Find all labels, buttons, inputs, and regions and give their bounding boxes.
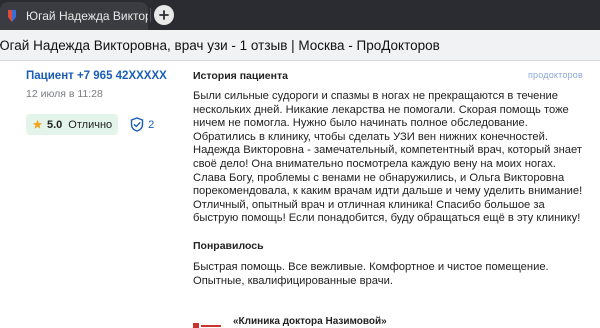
liked-title: Понравилось — [193, 239, 264, 252]
patient-link[interactable]: Пациент +7 965 42XXXXX — [26, 70, 186, 82]
tab-divider — [150, 8, 151, 22]
prodoctorov-logo: продокторов — [527, 70, 583, 80]
verified-count: 2 — [148, 118, 155, 131]
page-title-bar: Югай Надежда Викторовна, врач узи - 1 от… — [0, 30, 600, 61]
shield-check-icon — [130, 117, 144, 132]
plus-icon — [159, 10, 169, 20]
browser-tab-bar: Югай Надежда Викторов — [0, 0, 600, 30]
rating-badge: 5.0 Отлично — [26, 114, 119, 135]
browser-tab[interactable]: Югай Надежда Викторов — [0, 2, 148, 30]
clinic-logo-icon — [193, 319, 221, 328]
reviewer-info: Пациент +7 965 42XXXXX 12 июля в 11:28 5… — [26, 70, 186, 135]
clinic-name[interactable]: «Клиника доктора Назимовой» — [233, 316, 387, 327]
liked-text: Быстрая помощь. Все вежливые. Комфортное… — [193, 260, 549, 287]
tab-title: Югай Надежда Викторов — [26, 9, 148, 23]
star-icon — [32, 119, 43, 129]
history-text: Были сильные судороги и спазмы в ногах н… — [193, 90, 583, 225]
page-title: Югай Надежда Викторовна, врач узи - 1 от… — [0, 37, 440, 53]
rating-label: Отлично — [68, 118, 113, 131]
clinic-row[interactable]: «Клиника доктора Назимовой» — [193, 313, 387, 328]
new-tab-button[interactable] — [154, 5, 174, 25]
rating-value: 5.0 — [47, 118, 63, 131]
review-badges: 5.0 Отлично 2 — [26, 114, 186, 135]
review-date: 12 июля в 11:28 — [26, 88, 103, 100]
review-body: История пациента продокторов Были сильны… — [193, 70, 593, 288]
site-favicon-icon — [6, 9, 18, 23]
verified-badge[interactable]: 2 — [130, 117, 154, 132]
